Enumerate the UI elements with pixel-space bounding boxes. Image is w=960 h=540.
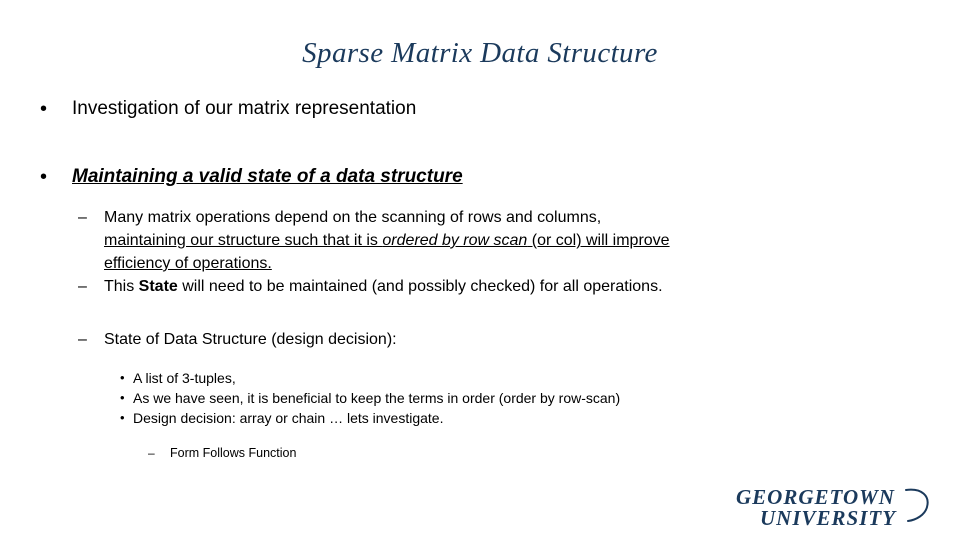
sub-bullet-this-state-bold: State: [138, 278, 178, 295]
sub-bullet-state-of-data-structure: – State of Data Structure (design decisi…: [0, 328, 960, 351]
dash-marker-icon: –: [78, 331, 87, 348]
logo-swash-icon: [905, 488, 929, 522]
bullet-marker-icon: •: [40, 98, 48, 120]
sub-sub-bullet-list-of-3-tuples: • A list of 3-tuples,: [0, 368, 960, 388]
dash-marker-icon: –: [78, 278, 87, 295]
sub-sub-bullet-design-decision: • Design decision: array or chain … lets…: [0, 408, 960, 428]
bullet-marker-icon: •: [120, 370, 125, 385]
sub-bullet-many-matrix-operations: – Many matrix operations depend on the s…: [0, 206, 960, 275]
dash-marker-icon: –: [148, 446, 155, 460]
sub-bullet-this-state-text: This State will need to be maintained (a…: [104, 275, 960, 298]
bullet-marker-icon: •: [120, 390, 125, 405]
bullet-maintaining-state: • Maintaining a valid state of a data st…: [0, 164, 960, 190]
sub-sub-sub-bullet-form-follows-function-text: Form Follows Function: [170, 446, 297, 460]
sub-bullet-many-matrix-operations-text: Many matrix operations depend on the sca…: [104, 206, 960, 275]
bullet-maintaining-state-text: Maintaining a valid state of a data stru…: [72, 166, 463, 187]
sub-bullet-line-1: Many matrix operations depend on the sca…: [104, 209, 602, 226]
sub-sub-bullet-list-of-3-tuples-text: A list of 3-tuples,: [133, 370, 236, 386]
sub-bullet-this-state: – This State will need to be maintained …: [0, 275, 960, 298]
sub-sub-bullet-as-we-have-seen-text: As we have seen, it is beneficial to kee…: [133, 390, 621, 406]
sub-sub-bullet-as-we-have-seen: • As we have seen, it is beneficial to k…: [0, 388, 960, 408]
bullet-marker-icon: •: [120, 410, 125, 425]
sub-sub-sub-bullet-form-follows-function: – Form Follows Function: [0, 444, 960, 463]
dash-marker-icon: –: [78, 209, 87, 226]
bullet-investigation-text: Investigation of our matrix representati…: [72, 98, 417, 119]
sub-bullet-underlined-run: maintaining our structure such that it i…: [104, 232, 670, 272]
sub-bullet-line-3: efficiency of operations.: [104, 255, 272, 272]
bullet-marker-icon: •: [40, 166, 48, 188]
slide-title: Sparse Matrix Data Structure: [302, 37, 658, 69]
sub-bullet-line-2-part-b: (or col) will improve: [527, 232, 670, 249]
sub-bullet-state-of-data-structure-text: State of Data Structure (design decision…: [104, 331, 397, 348]
sub-bullet-line-2-part-a: maintaining our structure such that it i…: [104, 232, 383, 249]
slide-body: • Investigation of our matrix representa…: [0, 96, 960, 463]
sub-bullet-line-2-italic: ordered by row scan: [382, 232, 528, 249]
presentation-slide: Sparse Matrix Data Structure • Investiga…: [0, 0, 960, 540]
sub-bullet-this-state-prefix: This: [104, 278, 139, 295]
georgetown-logo-graphic: GEORGETOWN UNIVERSITY: [736, 485, 929, 530]
sub-bullet-this-state-suffix: will need to be maintained (and possibly…: [177, 278, 663, 295]
logo-line-university: UNIVERSITY: [760, 506, 897, 530]
bullet-investigation: • Investigation of our matrix representa…: [0, 96, 960, 122]
sub-sub-bullet-design-decision-text: Design decision: array or chain … lets i…: [133, 410, 444, 426]
georgetown-university-logo: GEORGETOWN UNIVERSITY: [730, 480, 940, 532]
